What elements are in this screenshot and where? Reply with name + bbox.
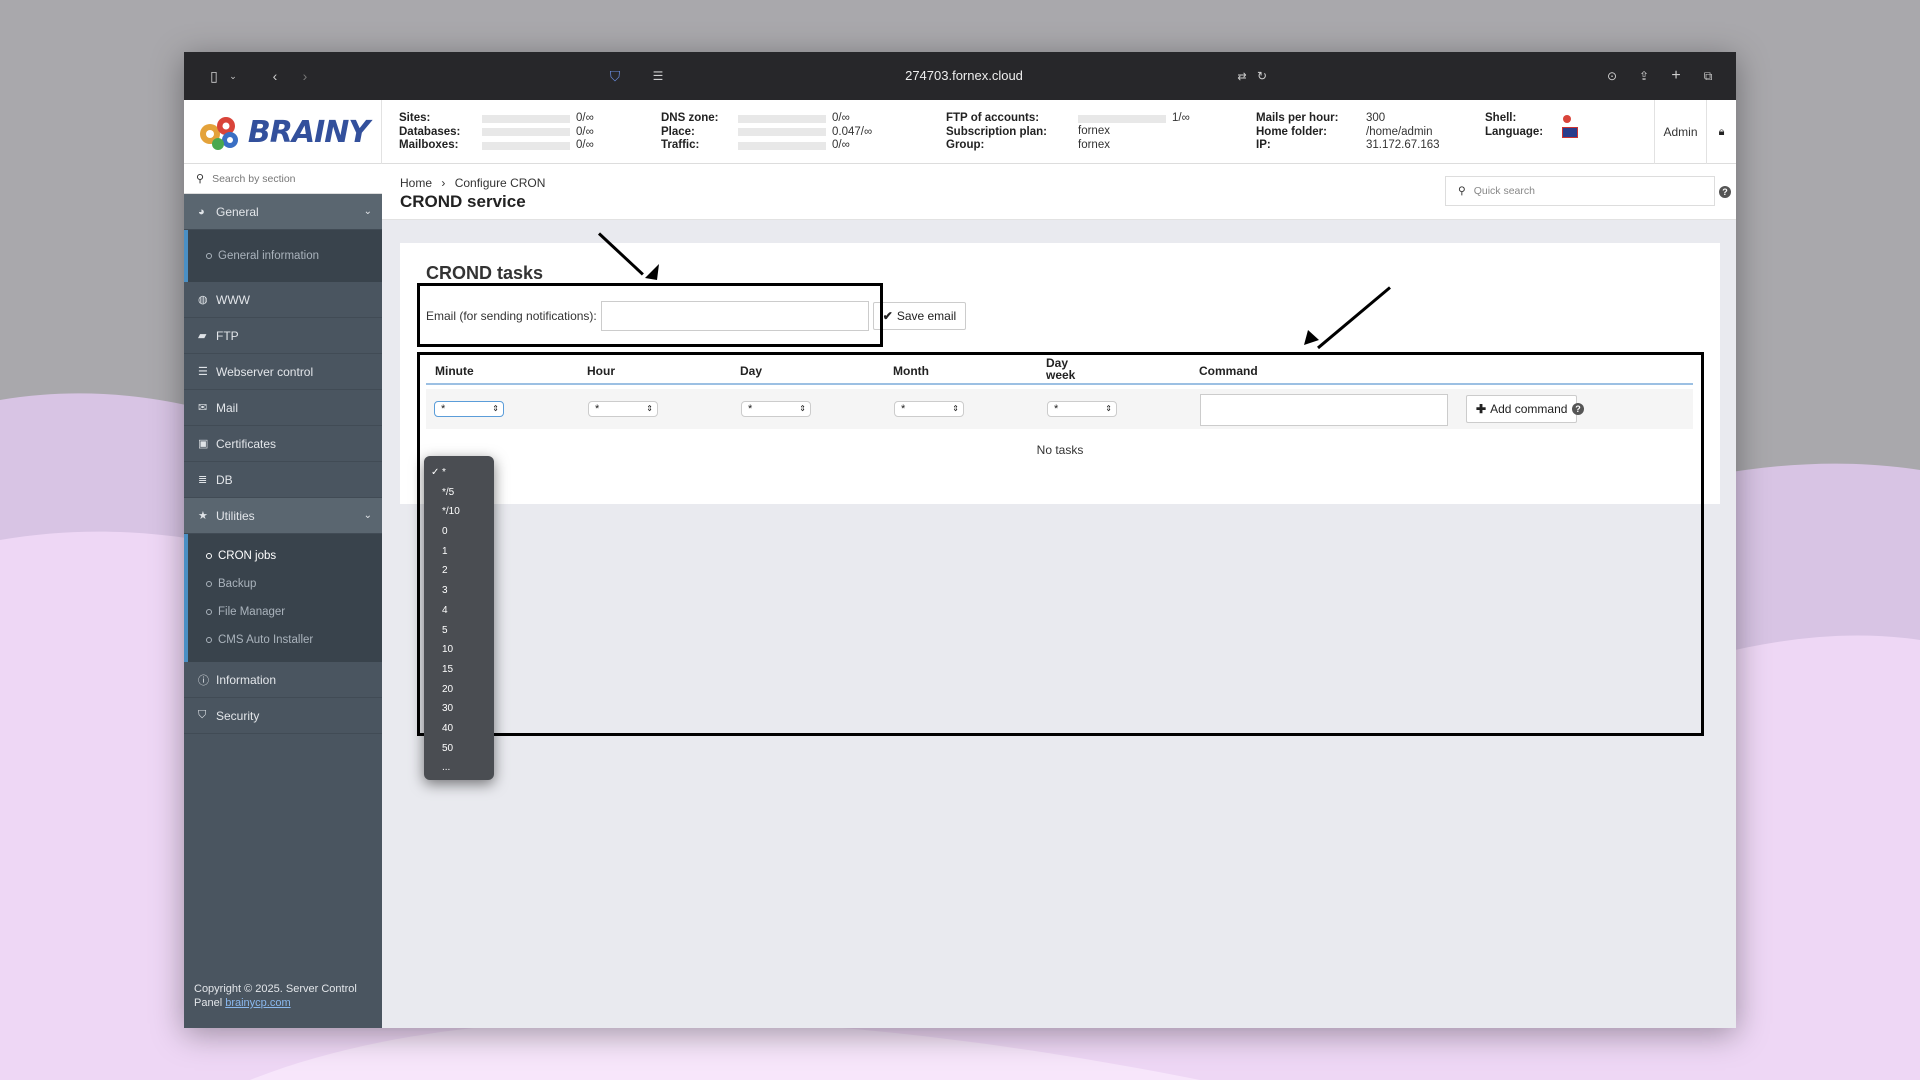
sidebar-item-webserver-control[interactable]: ☰ Webserver control [184, 354, 382, 390]
minute-option[interactable]: * ✓ [424, 463, 494, 483]
help-icon[interactable]: ? [1719, 186, 1731, 198]
check-icon: ✔ [882, 309, 893, 323]
sidebar-item-utilities[interactable]: ★ Utilities ⌄ [184, 498, 382, 534]
stat-labels-5: Shell: Language: [1485, 112, 1544, 138]
chevron-down-icon: ⌄ [363, 510, 372, 521]
minute-option[interactable]: 3 [424, 581, 494, 601]
search-icon: ⚲ [1458, 185, 1466, 197]
minute-option[interactable]: ... [424, 758, 494, 778]
utilities-submenu: CRON jobs Backup File Manager CMS Auto I… [184, 534, 382, 662]
stat-labels-3: FTP of accounts: Subscription plan: Grou… [946, 112, 1047, 151]
translate-icon[interactable]: ⇄ [1232, 66, 1252, 86]
stat-values-4: 300 /home/admin 31.172.67.163 [1366, 112, 1440, 151]
copyright: Copyright © 2025. Server Control Panel b… [194, 983, 357, 1009]
stat-values-1: 0/∞ 0/∞ 0/∞ [576, 112, 594, 151]
chevron-down-icon: ⌄ [363, 206, 372, 217]
top-header: BRAINY Sites: Databases: Mailboxes: 0/∞ … [184, 100, 1736, 164]
sidebar-item-cms-auto-installer[interactable]: CMS Auto Installer [188, 626, 382, 654]
star-icon: ★ [198, 510, 208, 522]
share-icon[interactable]: ⇪ [1634, 66, 1654, 86]
browser-toolbar: ▯ ⌄ ‹ › ⛉ ☰ 274703.fornex.cloud ⇄ ↻ ⊙ ⇪ … [184, 52, 1736, 100]
sidebar-item-general-information[interactable]: General information [188, 242, 382, 270]
section-title: CROND tasks [426, 263, 544, 283]
minute-option[interactable]: 30 [424, 699, 494, 719]
sidebar-item-www[interactable]: ◍ WWW [184, 282, 382, 318]
forward-icon[interactable]: › [296, 66, 314, 86]
brand-logo[interactable]: BRAINY [184, 100, 382, 164]
envelope-icon: ✉ [198, 402, 208, 414]
sidebar-toggle-icon[interactable]: ▯ [204, 66, 224, 86]
sidebar-item-security[interactable]: ⛉ Security [184, 698, 382, 734]
stat-labels-1: Sites: Databases: Mailboxes: [399, 112, 461, 151]
globe-icon: ◍ [198, 294, 208, 306]
stat-value-ftp: 1/∞ [1172, 112, 1190, 124]
tabs-overview-icon[interactable]: ⧉ [1698, 66, 1718, 86]
general-submenu: General information [184, 230, 382, 282]
minute-dropdown-menu: * ✓ */5 */10 0 1 2 3 4 5 10 15 20 30 40 50... [424, 456, 494, 780]
arrowhead-1 [645, 264, 659, 280]
shield-icon: ⛉ [198, 709, 207, 721]
brainycp-link[interactable]: brainycp.com [225, 997, 290, 1009]
shield-extension-icon[interactable]: ⛉ [604, 66, 626, 86]
stat-values-2: 0/∞ 0.047/∞ 0/∞ [832, 112, 873, 151]
breadcrumb-current: Configure CRON [454, 176, 546, 190]
gears-logo-icon [199, 117, 238, 150]
admin-menu[interactable]: Admin [1654, 100, 1706, 164]
sidebar-item-cron-jobs[interactable]: CRON jobs [188, 542, 382, 570]
sidebar: ⚲ Search by section ◕ General ⌄ General … [184, 164, 382, 1028]
reload-icon[interactable]: ↻ [1254, 66, 1270, 86]
logout-lock-icon[interactable]: 🔒︎ [1706, 100, 1736, 164]
page-title: CROND service [400, 192, 526, 211]
minute-option[interactable]: 4 [424, 601, 494, 621]
minute-option[interactable]: */10 [424, 502, 494, 522]
checkmark-icon: ✓ [431, 467, 440, 478]
list-icon: ☰ [198, 366, 208, 378]
sidebar-item-ftp[interactable]: ▰ FTP [184, 318, 382, 354]
breadcrumb: Home › Configure CRON [400, 176, 546, 190]
reader-icon[interactable]: ☰ [648, 66, 668, 86]
shell-status-icon [1563, 115, 1571, 123]
section-search-input[interactable]: ⚲ Search by section [184, 164, 382, 194]
new-tab-icon[interactable]: + [1666, 66, 1686, 86]
sidebar-item-certificates[interactable]: ▣ Certificates [184, 426, 382, 462]
stat-labels-4: Mails per hour: Home folder: IP: [1256, 112, 1339, 151]
stat-values-3: fornex fornex [1078, 125, 1110, 151]
search-icon: ⚲ [196, 173, 205, 185]
info-icon: ⓘ [198, 674, 209, 687]
uk-flag-icon[interactable] [1562, 127, 1578, 138]
sidebar-item-backup[interactable]: Backup [188, 570, 382, 598]
download-icon[interactable]: ⊙ [1602, 66, 1622, 86]
minute-option[interactable]: 40 [424, 719, 494, 739]
minute-option[interactable]: 5 [424, 621, 494, 641]
stat-labels-2: DNS zone: Place: Traffic: [661, 112, 719, 151]
minute-option[interactable]: 2 [424, 561, 494, 581]
minute-option[interactable]: 20 [424, 680, 494, 700]
minute-option[interactable]: 50 [424, 739, 494, 759]
back-icon[interactable]: ‹ [266, 66, 284, 86]
minute-option[interactable]: */5 [424, 483, 494, 503]
breadcrumb-home[interactable]: Home [400, 176, 432, 190]
minute-option[interactable]: 10 [424, 640, 494, 660]
sidebar-item-general[interactable]: ◕ General ⌄ [184, 194, 382, 230]
save-email-button[interactable]: ✔ Save email [872, 302, 967, 330]
logo-text: BRAINY [247, 114, 370, 150]
database-icon: ≣ [198, 474, 208, 486]
dashboard-icon: ◕ [198, 205, 205, 218]
arrowhead-2 [1304, 330, 1319, 345]
folder-icon: ▰ [198, 330, 207, 342]
minute-option[interactable]: 15 [424, 660, 494, 680]
minute-option[interactable]: 0 [424, 522, 494, 542]
sidebar-item-mail[interactable]: ✉ Mail [184, 390, 382, 426]
quick-search-input[interactable]: ⚲ Quick search [1445, 176, 1715, 206]
minute-option[interactable]: 1 [424, 542, 494, 562]
browser-window: ▯ ⌄ ‹ › ⛉ ☰ 274703.fornex.cloud ⇄ ↻ ⊙ ⇪ … [184, 52, 1736, 1028]
chevron-down-icon[interactable]: ⌄ [226, 66, 240, 86]
sidebar-item-db[interactable]: ≣ DB [184, 462, 382, 498]
lock-icon: ▣ [198, 438, 209, 450]
annotation-box-table [417, 352, 1704, 736]
sidebar-item-information[interactable]: ⓘ Information [184, 662, 382, 698]
address-bar[interactable]: 274703.fornex.cloud [814, 66, 1114, 86]
annotation-box-email [417, 283, 883, 347]
sidebar-item-file-manager[interactable]: File Manager [188, 598, 382, 626]
